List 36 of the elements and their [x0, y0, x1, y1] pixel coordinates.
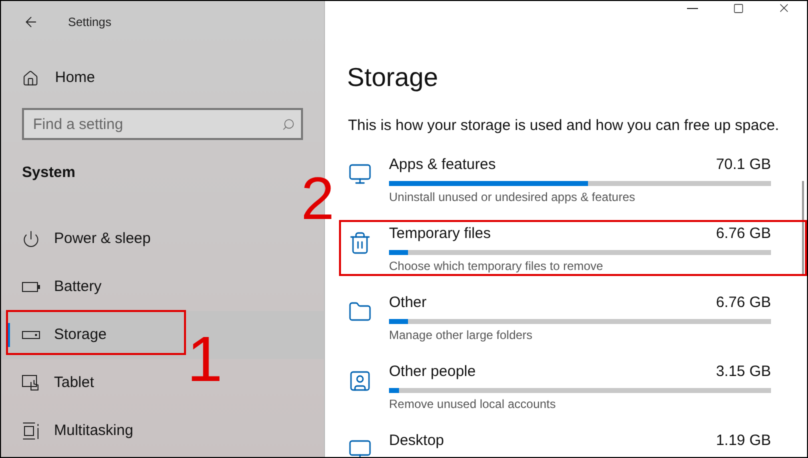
category-name[interactable]: Apps & features: [389, 154, 496, 174]
battery-icon: [22, 282, 40, 292]
section-heading: System: [21, 163, 76, 182]
search-field[interactable]: Find a setting: [22, 108, 303, 140]
user-icon: [348, 368, 372, 392]
category-size: 6.76 GB: [716, 224, 771, 242]
category-size: 3.15 GB: [716, 362, 771, 380]
home-link[interactable]: Home: [1, 65, 324, 91]
drive-icon: [22, 331, 40, 339]
page-description: This is how your storage is used and how you can free up space.: [347, 116, 780, 136]
category-name[interactable]: Temporary files: [389, 222, 491, 242]
home-icon: [22, 70, 39, 86]
category-hint: Choose which temporary files to remove: [389, 258, 604, 274]
category-hint: Uninstall unused or undesired apps & features: [389, 188, 636, 206]
step-number: 2: [301, 169, 334, 229]
multitasking-icon: [22, 422, 40, 440]
category-hint: Manage other large folders: [389, 326, 534, 344]
monitor-icon: [348, 438, 372, 457]
category-name[interactable]: Other people: [389, 360, 476, 380]
tablet-icon: [22, 374, 40, 392]
power-icon: [22, 230, 40, 248]
trash-icon: [348, 230, 372, 254]
category-size: 6.76 GB: [716, 292, 771, 312]
category-size: 70.1 GB: [716, 154, 771, 174]
nav-item[interactable]: Battery: [1, 263, 324, 311]
maximize-icon: [732, 2, 744, 14]
category-size: 1.19 GB: [716, 430, 771, 450]
folder-icon: [348, 300, 372, 324]
nav-item[interactable]: Multitasking: [1, 407, 324, 455]
search-icon: [282, 118, 295, 131]
window-title: Settings: [68, 14, 112, 31]
category-name[interactable]: Other: [389, 292, 427, 312]
category-hint: Remove unused local accounts: [389, 396, 557, 412]
category-name[interactable]: Desktop: [389, 430, 444, 450]
monitor-icon: [348, 162, 372, 186]
page-title: Storage: [346, 61, 440, 94]
